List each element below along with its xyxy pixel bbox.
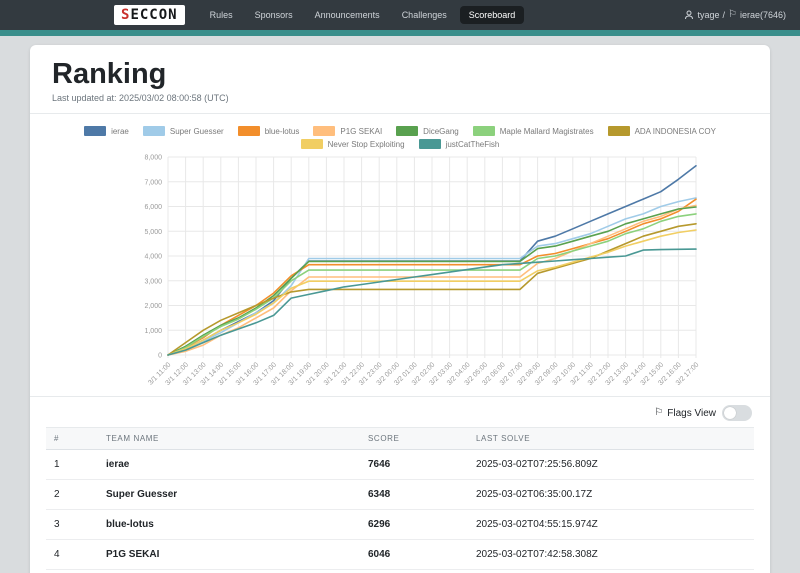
cell-score: 6348 bbox=[360, 479, 468, 510]
y-tick-label: 7,000 bbox=[144, 179, 162, 186]
cell-rank: 2 bbox=[46, 479, 98, 510]
table-header-last-solve: Last solve bbox=[468, 427, 754, 450]
legend-swatch bbox=[300, 139, 323, 149]
legend-item[interactable]: Never Stop Exploiting bbox=[300, 139, 405, 149]
legend-item[interactable]: ADA INDONESIA COY bbox=[607, 126, 716, 136]
score-chart-section: ierae Super Guesser blue-lotus P1G SEKAI Dic… bbox=[30, 114, 770, 397]
user-name: tyage bbox=[697, 10, 720, 20]
cell-score: 6046 bbox=[360, 539, 468, 570]
cell-rank: 3 bbox=[46, 509, 98, 540]
legend-item[interactable]: P1G SEKAI bbox=[313, 126, 382, 136]
person-icon bbox=[685, 10, 694, 20]
table-row[interactable]: 3 blue-lotus 6296 2025-03-02T04:55:15.974Z bbox=[46, 509, 754, 540]
table-row[interactable]: 5DiceGang59802025-03-02T02:08:36.131Z bbox=[46, 569, 754, 573]
last-updated-text: Last updated at: 2025/03/02 08:00:58 (UT… bbox=[52, 93, 229, 103]
flags-view-toggle[interactable] bbox=[722, 405, 752, 421]
legend-swatch bbox=[237, 126, 260, 136]
cell-rank: 1 bbox=[46, 449, 98, 480]
legend-label: ADA INDONESIA COY bbox=[634, 126, 716, 136]
legend-item[interactable]: Super Guesser bbox=[142, 126, 224, 136]
score-line-chart: 3/1 11:003/1 12:003/1 13:003/1 14:003/1 … bbox=[144, 155, 700, 388]
table-header-score: Score bbox=[360, 427, 468, 450]
toggle-knob bbox=[724, 407, 736, 419]
page-title: Ranking bbox=[52, 58, 167, 90]
legend-item[interactable]: ierae bbox=[84, 126, 129, 136]
user-separator: / bbox=[722, 10, 725, 20]
legend-item[interactable]: DiceGang bbox=[396, 126, 459, 136]
nav-link-sponsors[interactable]: Sponsors bbox=[246, 6, 302, 24]
cell-score: 5980 bbox=[360, 569, 468, 573]
legend-label: DiceGang bbox=[423, 126, 459, 136]
nav-link-rules[interactable]: Rules bbox=[201, 6, 242, 24]
table-row[interactable]: 2 Super Guesser 6348 2025-03-02T06:35:00.17… bbox=[46, 479, 754, 510]
y-tick-label: 3,000 bbox=[144, 278, 162, 285]
legend-swatch bbox=[142, 126, 165, 136]
cell-team: DiceGang bbox=[98, 569, 360, 573]
flag-icon: ⚐ bbox=[654, 407, 664, 418]
main-card: Ranking Last updated at: 2025/03/02 08:0… bbox=[30, 45, 770, 573]
y-tick-label: 1,000 bbox=[144, 328, 162, 335]
seccon-logo[interactable]: SECCON bbox=[114, 5, 185, 25]
nav-link-challenges[interactable]: Challenges bbox=[393, 6, 456, 24]
user-info[interactable]: tyage / ⚐ ierae(7646) bbox=[684, 10, 786, 20]
cell-last: 2025-03-02T06:35:00.17Z bbox=[468, 479, 754, 510]
y-tick-label: 6,000 bbox=[144, 204, 162, 211]
legend-label: Never Stop Exploiting bbox=[327, 139, 405, 149]
table-row[interactable]: 1 ierae 7646 2025-03-02T07:25:56.809Z bbox=[46, 449, 754, 480]
legend-swatch bbox=[418, 139, 441, 149]
table-tools: ⚐ Flags View bbox=[30, 397, 770, 427]
legend-swatch bbox=[396, 126, 419, 136]
legend-label: ierae bbox=[111, 126, 129, 136]
flags-view-label: ⚐ Flags View bbox=[654, 407, 716, 419]
legend-item[interactable]: blue-lotus bbox=[237, 126, 300, 136]
legend-swatch bbox=[84, 126, 107, 136]
y-tick-label: 4,000 bbox=[144, 254, 162, 261]
user-team: ierae(7646) bbox=[739, 10, 786, 20]
y-tick-label: 5,000 bbox=[144, 229, 162, 236]
cell-rank: 5 bbox=[46, 569, 98, 573]
legend-item[interactable]: Maple Mallard Magistrates bbox=[472, 126, 594, 136]
legend-label: justCatTheFish bbox=[445, 139, 500, 149]
legend-row: Never Stop Exploiting justCatTheFish bbox=[300, 139, 500, 149]
cell-last: 2025-03-02T04:55:15.974Z bbox=[468, 509, 754, 540]
accent-bar bbox=[0, 30, 800, 36]
cell-team: P1G SEKAI bbox=[98, 539, 360, 570]
logo-letters: ECCON bbox=[130, 7, 178, 23]
cell-score: 7646 bbox=[360, 449, 468, 480]
legend-swatch bbox=[313, 126, 336, 136]
legend-label: P1G SEKAI bbox=[340, 126, 383, 136]
table-header-#: # bbox=[46, 427, 98, 450]
y-tick-label: 8,000 bbox=[144, 155, 162, 162]
cell-team: blue-lotus bbox=[98, 509, 360, 540]
cell-score: 6296 bbox=[360, 509, 468, 540]
nav-links: Rules Sponsors Announcements Challenges Scor… bbox=[201, 6, 525, 24]
y-tick-label: 2,000 bbox=[144, 303, 162, 310]
legend-row: ierae Super Guesser blue-lotus P1G SEKAI Dic… bbox=[84, 126, 716, 136]
cell-last: 2025-03-02T07:42:58.308Z bbox=[468, 539, 754, 570]
ranking-table: # Team name Score Last solve 1 ierae 7646 2025… bbox=[46, 427, 754, 573]
ranking-header: Ranking Last updated at: 2025/03/02 08:0… bbox=[30, 45, 770, 114]
top-navbar: SECCON Rules Sponsors Announcements Challen… bbox=[0, 0, 800, 30]
cell-team: ierae bbox=[98, 449, 360, 480]
nav-link-scoreboard[interactable]: Scoreboard bbox=[459, 6, 525, 24]
nav-link-announcements[interactable]: Announcements bbox=[306, 6, 389, 24]
legend-label: Maple Mallard Magistrates bbox=[499, 126, 594, 136]
legend-swatch bbox=[472, 126, 495, 136]
legend-label: blue-lotus bbox=[264, 126, 300, 136]
legend-label: Super Guesser bbox=[169, 126, 224, 136]
table-header-team-name: Team name bbox=[98, 427, 360, 450]
cell-team: Super Guesser bbox=[98, 479, 360, 510]
cell-rank: 4 bbox=[46, 539, 98, 570]
y-tick-label: 0 bbox=[158, 353, 162, 360]
cell-last: 2025-03-02T07:25:56.809Z bbox=[468, 449, 754, 480]
flag-icon: ⚐ bbox=[728, 9, 737, 20]
legend-swatch bbox=[607, 126, 630, 136]
cell-last: 2025-03-02T02:08:36.131Z bbox=[468, 569, 754, 573]
legend-item[interactable]: justCatTheFish bbox=[418, 139, 500, 149]
table-row[interactable]: 4 P1G SEKAI 6046 2025-03-02T07:42:58.308Z bbox=[46, 539, 754, 570]
chart-legend: ierae Super Guesser blue-lotus P1G SEKAI Dic… bbox=[30, 126, 770, 149]
